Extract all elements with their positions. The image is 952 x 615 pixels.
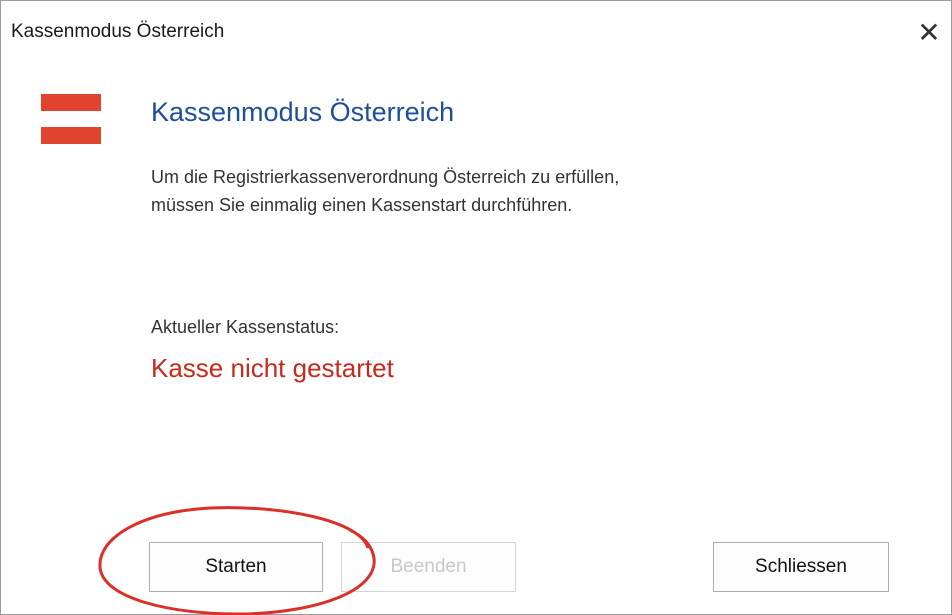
flag-stripe-bottom xyxy=(41,127,101,144)
austria-flag-icon xyxy=(41,94,101,144)
dialog-window: Kassenmodus Österreich ✕ Kassenmodus Öst… xyxy=(0,0,952,615)
start-button[interactable]: Starten xyxy=(149,542,323,592)
flag-stripe-top xyxy=(41,94,101,111)
dialog-heading: Kassenmodus Österreich xyxy=(151,97,455,127)
close-icon[interactable]: ✕ xyxy=(909,13,949,53)
window-title: Kassenmodus Österreich xyxy=(11,21,225,42)
close-button[interactable]: Schliessen xyxy=(713,542,889,592)
title-bar: Kassenmodus Österreich ✕ xyxy=(1,1,951,65)
description: Um die Registrierkassenverordnung Österr… xyxy=(151,163,851,219)
status-label: Aktueller Kassenstatus: xyxy=(151,317,340,337)
description-line-2: müssen Sie einmalig einen Kassenstart du… xyxy=(151,195,573,215)
flag-stripe-middle xyxy=(41,110,101,128)
description-line-1: Um die Registrierkassenverordnung Österr… xyxy=(151,167,620,187)
status-value: Kasse nicht gestartet xyxy=(151,353,394,383)
end-button: Beenden xyxy=(341,542,516,592)
